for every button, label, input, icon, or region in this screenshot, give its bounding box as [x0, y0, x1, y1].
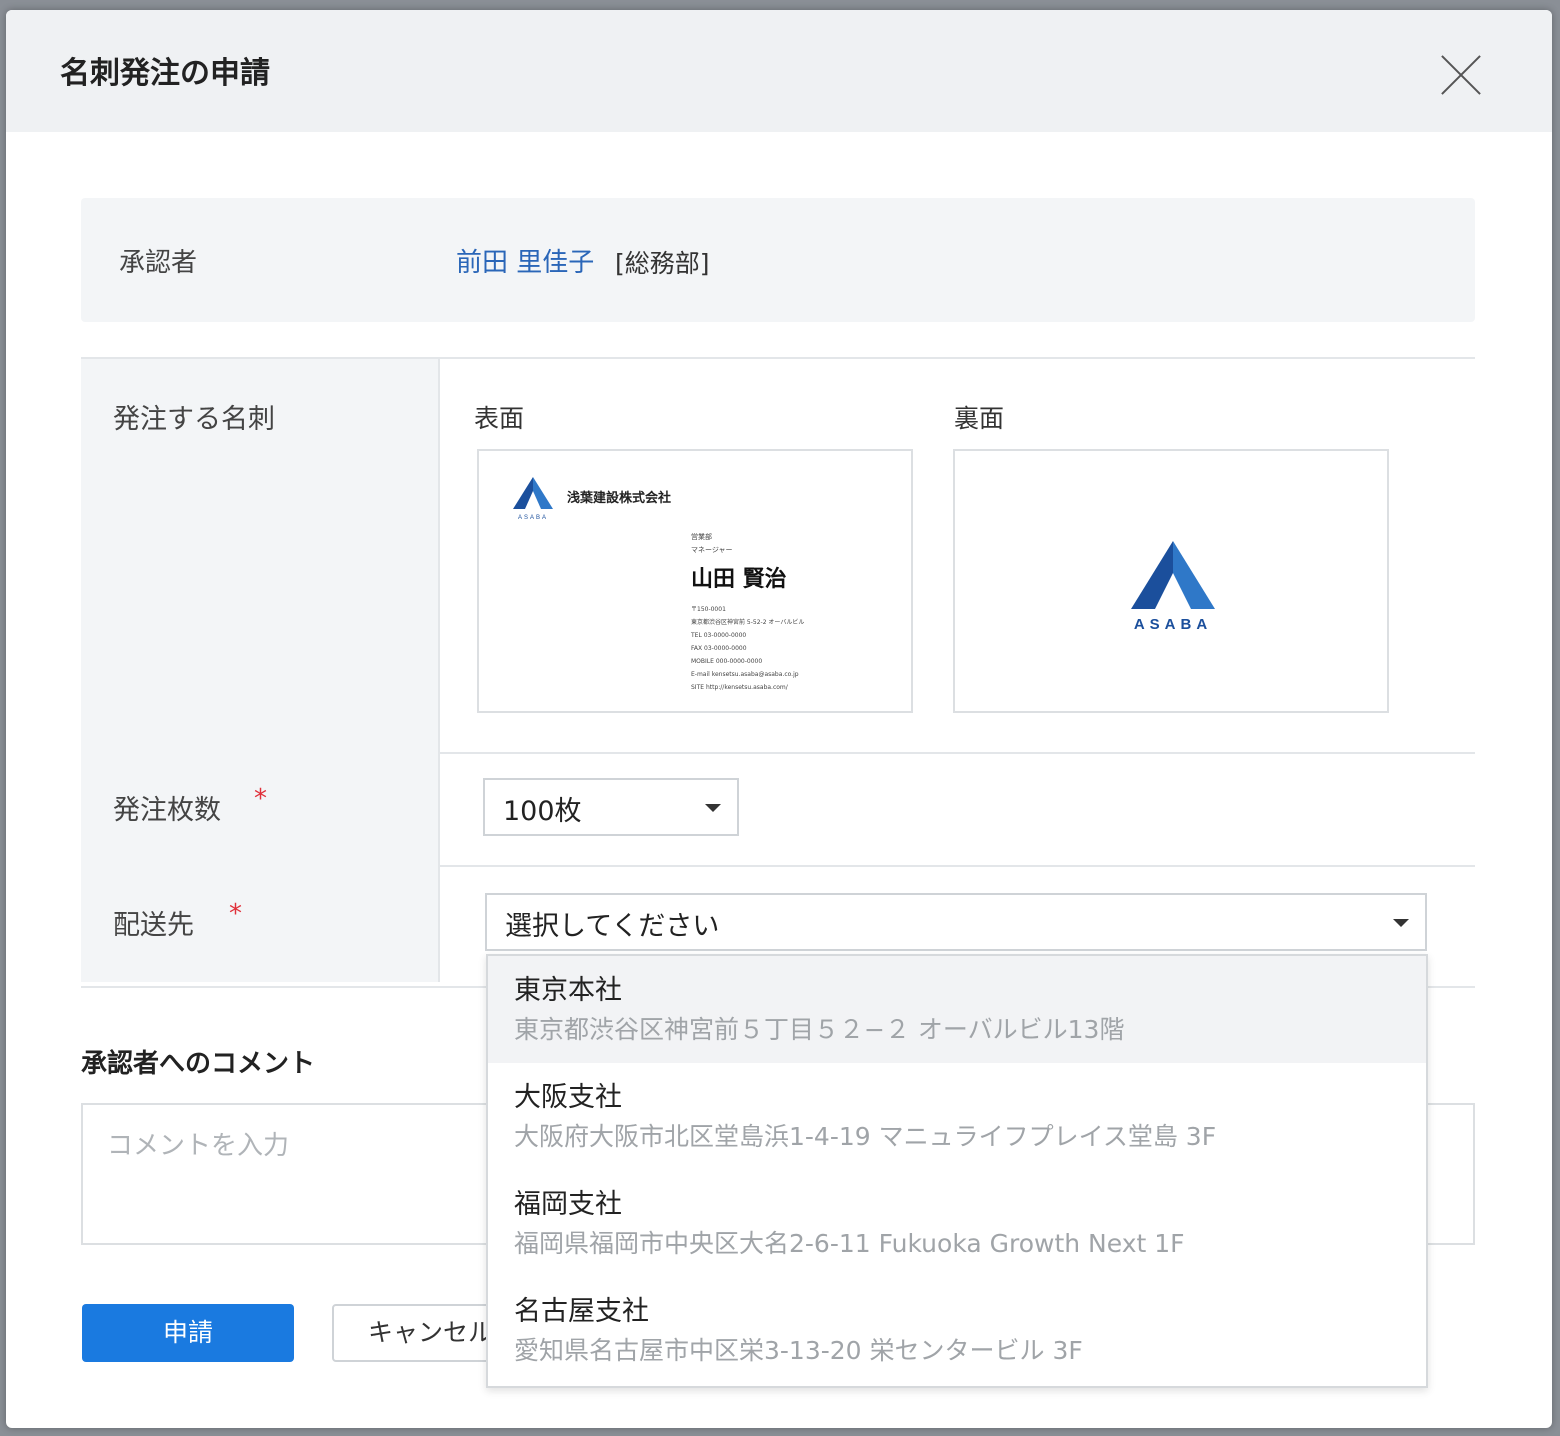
- card-position: マネージャー: [691, 546, 733, 554]
- order-form: 発注する名刺 表面 裏面 ASABA 浅葉建設株式会社 営業部 マネージャー 山…: [81, 357, 1475, 988]
- card-company: 浅葉建設株式会社: [567, 491, 672, 506]
- card-info-line: FAX 03-0000-0000: [691, 645, 747, 652]
- card-info-line: 東京都渋谷区神宮前 5-52-2 オーバルビル: [691, 619, 805, 626]
- card-info-line: E-mail kensetsu.asaba@asaba.co.jp: [691, 671, 799, 678]
- destination-option-fukuoka[interactable]: 福岡支社 福岡県福岡市中央区大名2-6-11 Fukuoka Growth Ne…: [488, 1170, 1426, 1277]
- card-info-line: MOBILE 000-0000-0000: [691, 658, 763, 665]
- quantity-label: 発注枚数: [113, 795, 221, 826]
- card-person-name: 山田 賢治: [691, 567, 787, 592]
- card-label: 発注する名刺: [113, 404, 275, 435]
- back-label: 裏面: [954, 404, 1005, 433]
- card-contact-info: 〒150-0001 東京都渋谷区神宮前 5-52-2 オーバルビル TEL 03…: [691, 603, 804, 694]
- option-name: 福岡支社: [514, 1189, 622, 1220]
- asaba-logo-large-icon: ASABA: [1131, 541, 1215, 633]
- front-logo-text: ASABA: [518, 515, 548, 521]
- quantity-value: 100枚: [503, 796, 582, 827]
- option-address: 福岡県福岡市中央区大名2-6-11 Fukuoka Growth Next 1F: [514, 1229, 1185, 1258]
- approver-section: 承認者 前田 里佳子 [総務部]: [81, 198, 1475, 322]
- option-address: 東京都渋谷区神宮前５丁目５２−２ オーバルビル13階: [514, 1015, 1125, 1044]
- dialog-header: 名刺発注の申請: [6, 10, 1552, 132]
- dialog-title: 名刺発注の申請: [60, 56, 270, 91]
- quantity-row-label: 発注枚数 *: [81, 752, 440, 865]
- card-info-line: 〒150-0001: [691, 606, 726, 613]
- caret-down-icon: [705, 804, 721, 812]
- destination-option-osaka[interactable]: 大阪支社 大阪府大阪市北区堂島浜1-4-19 マニュライフプレイス堂島 3F: [488, 1063, 1426, 1170]
- close-icon[interactable]: [1438, 52, 1484, 98]
- card-back-preview: ASABA: [953, 449, 1389, 713]
- asaba-logo-icon: ASABA: [513, 477, 553, 521]
- option-address: 愛知県名古屋市中区栄3-13-20 栄センタービル 3F: [514, 1336, 1083, 1365]
- card-front-preview: ASABA 浅葉建設株式会社 営業部 マネージャー 山田 賢治 〒150-000…: [477, 449, 913, 713]
- destination-option-nagoya[interactable]: 名古屋支社 愛知県名古屋市中区栄3-13-20 栄センタービル 3F: [488, 1277, 1426, 1384]
- option-name: 大阪支社: [514, 1082, 622, 1113]
- destination-select[interactable]: 選択してください: [485, 893, 1427, 951]
- card-department-position: 営業部 マネージャー: [691, 531, 733, 557]
- caret-down-icon: [1393, 919, 1409, 927]
- destination-label: 配送先: [113, 910, 194, 941]
- destination-dropdown: 東京本社 東京都渋谷区神宮前５丁目５２−２ オーバルビル13階 大阪支社 大阪府…: [486, 954, 1428, 1388]
- approver-label: 承認者: [119, 248, 198, 278]
- destination-placeholder: 選択してください: [505, 911, 720, 942]
- quantity-select[interactable]: 100枚: [483, 778, 739, 836]
- quantity-row: 発注枚数 * 100枚: [81, 752, 1475, 867]
- card-info-line: SITE http://kensetsu.asaba.com/: [691, 684, 788, 691]
- option-address: 大阪府大阪市北区堂島浜1-4-19 マニュライフプレイス堂島 3F: [514, 1122, 1217, 1151]
- required-mark: *: [254, 784, 267, 814]
- front-label: 表面: [474, 404, 525, 433]
- apply-button[interactable]: 申請: [82, 1304, 294, 1362]
- option-name: 名古屋支社: [514, 1296, 649, 1327]
- comment-title: 承認者へのコメント: [81, 1049, 316, 1079]
- card-info-line: TEL 03-0000-0000: [691, 632, 747, 639]
- card-row-label: 発注する名刺: [81, 359, 440, 752]
- order-dialog: 名刺発注の申請 承認者 前田 里佳子 [総務部] 発注する名刺 表面 裏面 AS…: [6, 10, 1552, 1428]
- destination-option-tokyo[interactable]: 東京本社 東京都渋谷区神宮前５丁目５２−２ オーバルビル13階: [488, 956, 1426, 1063]
- approver-name-link[interactable]: 前田 里佳子: [456, 242, 594, 279]
- approver-department: [総務部]: [615, 249, 710, 278]
- option-name: 東京本社: [514, 975, 622, 1006]
- destination-row-label: 配送先 *: [81, 865, 440, 982]
- card-department: 営業部: [691, 533, 712, 541]
- card-row: 発注する名刺 表面 裏面 ASABA 浅葉建設株式会社 営業部 マネージャー 山…: [81, 359, 1475, 754]
- required-mark: *: [229, 899, 242, 929]
- back-logo-text: ASABA: [1134, 616, 1212, 633]
